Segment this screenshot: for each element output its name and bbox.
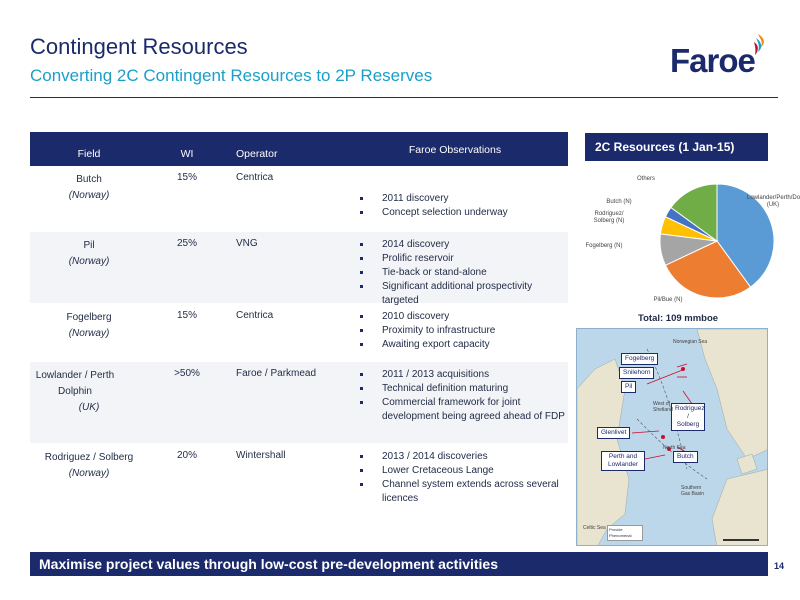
map-callout-fogelberg: Fogelberg: [621, 353, 659, 365]
pie-label-rodriguez: Rodriguez/ Solberg (N): [593, 211, 625, 224]
faroe-logo: Faroe: [670, 30, 770, 82]
map-legend: Provide Phenomenal: [607, 525, 643, 541]
map-label-north-sea: North Sea: [663, 445, 686, 451]
total-resources: Total: 109 mmboe: [638, 313, 719, 324]
col-header-operator: Operator: [236, 148, 278, 160]
logo-text: Faroe: [670, 42, 756, 79]
map-callout-snilehorn: Snilehorn: [619, 367, 655, 379]
cell-operator: Wintershall: [236, 450, 286, 461]
field-name: Fogelberg: [66, 312, 112, 323]
map-label-southern-gas-basin: Southern Gas Basin: [681, 485, 705, 497]
field-region: (Norway): [68, 468, 110, 479]
cell-field: Fogelberg (Norway): [30, 304, 148, 361]
observation-item: Commercial framework for joint developme…: [352, 396, 568, 424]
col-header-field: Field: [77, 148, 101, 160]
observation-item: 2011 / 2013 acquisitions: [352, 368, 568, 382]
observation-item: Lower Cretaceous Lange: [352, 464, 568, 478]
field-name: Lowlander / Perth Dolphin: [35, 370, 115, 397]
observation-item: Awaiting export capacity: [352, 338, 568, 352]
key-message-banner: Maximise project values through low-cost…: [30, 552, 768, 576]
north-sea-map: Fogelberg Snilehorn Pil Glenlivet Perth …: [576, 328, 768, 546]
cell-observations: 2014 discovery Prolific reservoir Tie-back…: [342, 232, 568, 306]
field-region: (Norway): [68, 328, 110, 339]
page-number: 14: [774, 561, 785, 571]
observation-item: Proximity to infrastructure: [352, 324, 568, 338]
observation-item: Tie-back or stand-alone: [352, 266, 568, 280]
cell-wi: 20%: [176, 450, 197, 461]
cell-wi: 15%: [176, 310, 197, 321]
observation-item: Channel system extends across several li…: [352, 478, 568, 506]
pie-label-fogelberg: Fogelberg (N): [585, 243, 623, 249]
header-rule: [30, 97, 778, 98]
map-label-norwegian-sea: Norwegian Sea: [673, 339, 708, 345]
page-title: Contingent Resources: [30, 34, 248, 59]
cell-observations: 2011 / 2013 acquisitions Technical defini…: [342, 362, 568, 443]
cell-field: Rodriguez / Solberg (Norway): [30, 444, 148, 513]
pie-label-lowlander: Lowlander/Perth/Dolphin (UK): [747, 195, 800, 208]
table-header: Field WI Operator Faroe Observations: [30, 132, 568, 166]
map-scale-bar: [723, 539, 759, 541]
legend-item-phenomenal: Phenomenal: [609, 533, 632, 538]
cell-operator: Centrica: [236, 310, 274, 321]
cell-operator: VNG: [236, 238, 258, 249]
field-name: Rodriguez / Solberg: [44, 452, 134, 463]
col-header-observations: Faroe Observations: [408, 144, 502, 156]
observation-item: 2010 discovery: [352, 310, 568, 324]
field-name: Butch: [76, 174, 102, 185]
observation-list: 2013 / 2014 discoveries Lower Cretaceous …: [352, 450, 568, 506]
observation-list: 2010 discovery Proximity to infrastructur…: [352, 310, 568, 352]
map-callout-pil: Pil: [621, 381, 637, 393]
cell-observations: 2013 / 2014 discoveries Lower Cretaceous …: [342, 444, 568, 513]
table-row: Butch (Norway) 15% Centrica 2011 discovery Co…: [30, 166, 568, 232]
map-callout-glenlivet: Glenlivet: [597, 427, 631, 439]
cell-field: Butch (Norway): [30, 166, 148, 231]
col-header-wi: WI: [180, 148, 194, 160]
cell-field: Pil (Norway): [30, 232, 148, 303]
observation-item: 2014 discovery: [352, 238, 568, 252]
field-name: Pil: [83, 240, 95, 251]
cell-operator: Faroe / Parkmead: [236, 368, 317, 379]
map-label-west-of-shetland: West of Shetland: [653, 401, 673, 413]
pie-title: 2C Resources (1 Jan-15): [585, 133, 768, 161]
map-label-celtic-sea: Celtic Sea: [583, 525, 606, 531]
observation-item: 2013 / 2014 discoveries: [352, 450, 568, 464]
observation-item: 2011 discovery: [352, 192, 568, 206]
pie-label-others: Others: [636, 176, 655, 182]
observation-item: Concept selection underway: [352, 206, 568, 220]
cell-observations: 2011 discovery Concept selection underway: [342, 166, 568, 231]
cell-operator: Centrica: [236, 172, 274, 183]
table-row: Fogelberg (Norway) 15% Centrica 2010 discove…: [30, 304, 568, 362]
observation-item: Prolific reservoir: [352, 252, 568, 266]
map-callout-perth-lowlander: Perth and Lowlander: [601, 451, 645, 471]
field-region: (Norway): [68, 190, 110, 201]
pie-label-butch: Butch (N): [606, 199, 632, 205]
observation-list: 2014 discovery Prolific reservoir Tie-back…: [352, 238, 568, 308]
field-region: (UK): [78, 402, 100, 413]
cell-wi: >50%: [174, 368, 200, 379]
pie-label-pil: Pil/Bue (N): [653, 297, 683, 303]
observation-item: Significant additional prospectivity tar…: [352, 280, 568, 308]
cell-observations: 2010 discovery Proximity to infrastructur…: [342, 304, 568, 361]
pie-chart: Lowlander/Perth/Dolphin (UK) Pil/Bue (N)…: [575, 165, 800, 310]
table-row: Rodriguez / Solberg (Norway) 20% Wintershal…: [30, 444, 568, 514]
observation-list: 2011 / 2013 acquisitions Technical defini…: [352, 368, 568, 424]
page-subtitle: Converting 2C Contingent Resources to 2P…: [30, 66, 433, 85]
observation-list: 2011 discovery Concept selection underway: [352, 192, 568, 220]
table-row: Lowlander / Perth Dolphin (UK) >50% Faroe /…: [30, 362, 568, 444]
resources-table: Field WI Operator Faroe Observations But…: [30, 132, 568, 514]
map-callout-butch: Butch: [673, 451, 698, 463]
cell-wi: 15%: [176, 172, 197, 183]
cell-field: Lowlander / Perth Dolphin (UK): [30, 362, 148, 443]
table-row: Pil (Norway) 25% VNG 2014 discovery Prolific …: [30, 232, 568, 306]
pie-svg: [659, 183, 775, 299]
observation-item: Technical definition maturing: [352, 382, 568, 396]
field-region: (Norway): [68, 256, 110, 267]
cell-wi: 25%: [176, 238, 197, 249]
